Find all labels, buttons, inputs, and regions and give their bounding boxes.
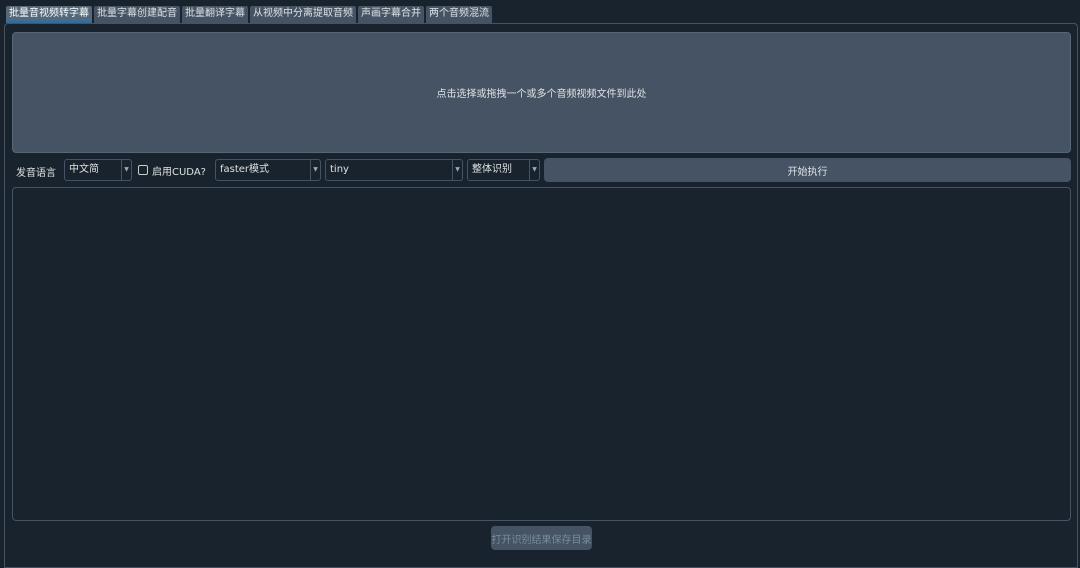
cuda-option[interactable]: 启用CUDA? (138, 163, 206, 178)
cuda-checkbox[interactable] (138, 165, 148, 175)
chevron-down-icon: ▼ (452, 160, 462, 180)
language-label: 发音语言 (16, 168, 56, 179)
start-button[interactable]: 开始执行 (544, 158, 1071, 182)
open-result-dir-label: 打开识别结果保存目录 (491, 534, 592, 546)
options-toolbar: 发音语言 中文简 ▼ 启用CUDA? faster模式 ▼ tiny ▼ 整体识… (12, 158, 1071, 182)
language-select-value: 中文简 (69, 164, 99, 175)
file-drop-zone[interactable]: 点击选择或拖拽一个或多个音频视频文件到此处 (12, 32, 1071, 153)
language-select[interactable]: 中文简 ▼ (64, 159, 132, 181)
mode-select[interactable]: faster模式 ▼ (215, 159, 321, 181)
chevron-down-icon: ▼ (121, 160, 131, 180)
model-select[interactable]: tiny ▼ (325, 159, 463, 181)
split-select-value: 整体识别 (472, 164, 512, 175)
tab-extract-audio[interactable]: 从视频中分离提取音频 (250, 6, 356, 23)
result-output-area[interactable] (12, 187, 1071, 521)
tab-batch-dubbing[interactable]: 批量字幕创建配音 (94, 6, 180, 23)
tab-bar: 批量音视频转字幕 批量字幕创建配音 批量翻译字幕 从视频中分离提取音频 声画字幕… (6, 6, 492, 23)
mode-select-value: faster模式 (220, 164, 270, 175)
tab-merge-av-subtitles[interactable]: 声画字幕合并 (358, 6, 424, 23)
model-select-value: tiny (330, 164, 349, 175)
chevron-down-icon: ▼ (310, 160, 320, 180)
tab-audio-mix[interactable]: 两个音频混流 (426, 6, 492, 23)
drop-zone-label: 点击选择或拖拽一个或多个音频视频文件到此处 (436, 89, 647, 100)
start-button-label: 开始执行 (787, 166, 828, 178)
cuda-label: 启用CUDA? (152, 166, 206, 178)
tab-batch-translate[interactable]: 批量翻译字幕 (182, 6, 248, 23)
chevron-down-icon: ▼ (529, 160, 539, 180)
tab-batch-transcribe[interactable]: 批量音视频转字幕 (6, 6, 92, 23)
open-result-dir-button[interactable]: 打开识别结果保存目录 (491, 526, 592, 550)
split-select[interactable]: 整体识别 ▼ (467, 159, 540, 181)
